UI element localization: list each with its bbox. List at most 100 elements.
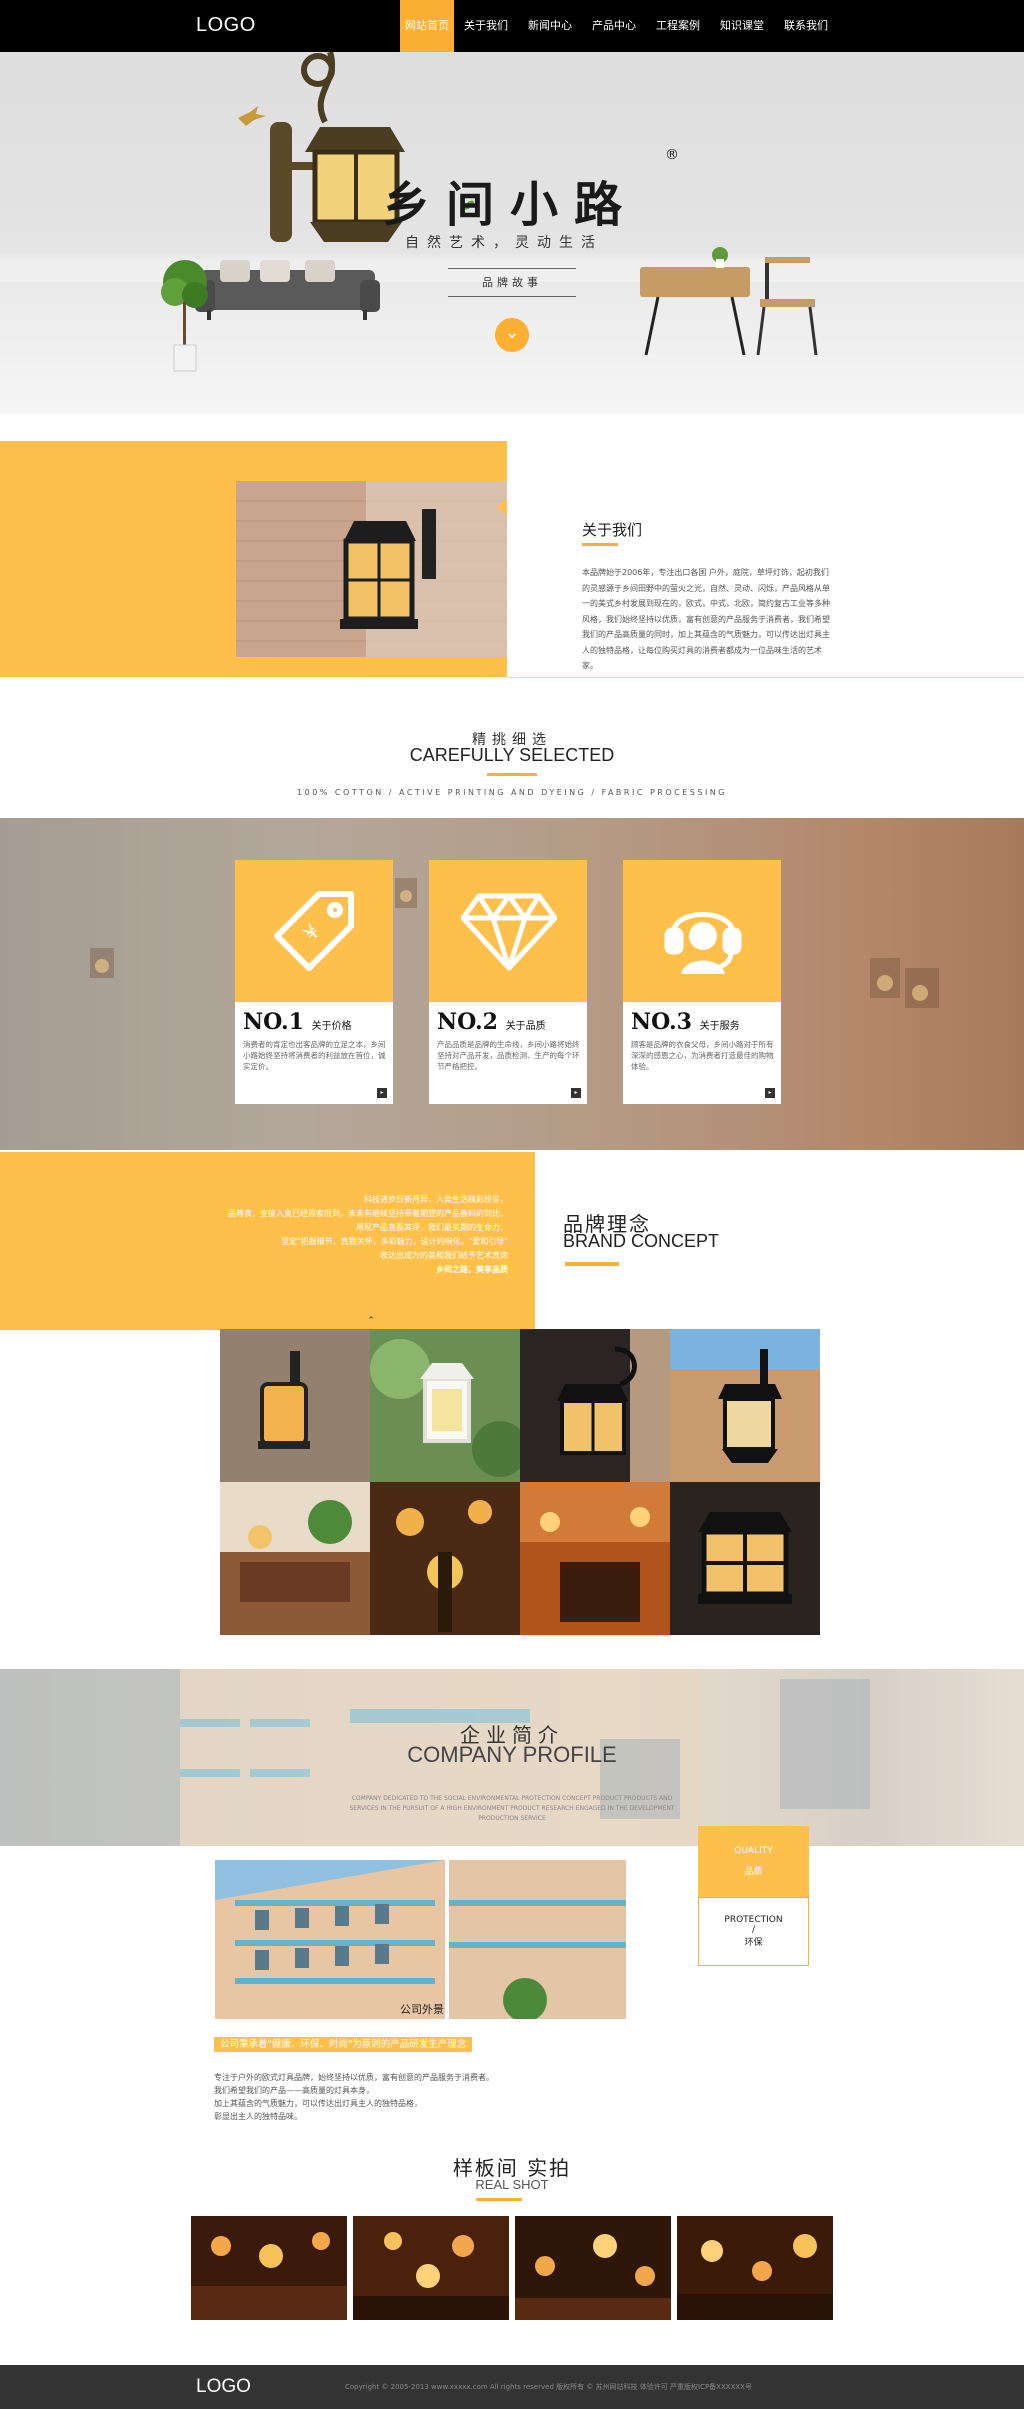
product-gallery [220,1329,820,1635]
chevron-up-icon[interactable]: ⌃ [364,1316,378,1328]
card-icon-area: ¥ [235,860,393,1002]
protection-box[interactable]: PROTECTION / 环保 [698,1897,809,1966]
brand-line: 坚定"把握细节，真我关怀，多彩魅力，设计的响化，"爱和引导" [280,1237,508,1246]
profile-text-line: 我们希望我们的产品——高质量的灯具本身， [214,2086,374,2095]
brand-title-en: BRAND CONCEPT [563,1231,720,1251]
card-icon-area [429,860,587,1002]
footer: LOGO Copyright © 2005-2013 www.xxxxx.com… [0,2365,1024,2409]
card-desc: 产品品质是品牌的生命线，乡间小路将始终坚持对产品开发，品质检测、生产的每个环节严… [437,1040,580,1071]
gallery-item[interactable] [520,1329,670,1482]
gallery-item[interactable] [220,1482,370,1635]
price-tag-icon: ¥ [274,891,354,971]
sofa-illustration [195,260,380,320]
protection-label-cn: 环保 [744,1938,763,1948]
card-label: 关于价格 [311,1021,352,1032]
desk-chair-illustration [640,247,818,356]
feature-card-price[interactable]: ¥ NO.1 关于价格 消费者的肯定也出客品牌的立足之本，乡间小路始终坚持将消费… [235,860,393,1104]
about-title: 关于我们 [582,521,643,539]
feature-card-quality[interactable]: NO.2 关于品质 产品品质是品牌的生命线，乡间小路将始终坚持对产品开发，品质检… [429,860,587,1104]
about-underline [582,543,618,546]
profile-text-line: 加上其蕴含的气质魅力，可以传达出灯具主人的独特品格， [214,2099,422,2108]
main-menu: 网站首页 关于我们 新闻中心 产品中心 工程案例 知识课堂 联系我们 [400,0,838,52]
selected-underline [487,773,537,776]
profile-text: 专注于户外的欧式灯具品牌，始终坚持以优质，富有创意的产品服务于消费者。 我们希望… [214,2071,614,2123]
real-shot-photo[interactable] [677,2216,833,2320]
company-building-photo [215,1860,626,2019]
footer-logo[interactable]: LOGO [196,2376,251,2398]
top-navbar: LOGO 网站首页 关于我们 新闻中心 产品中心 工程案例 知识课堂 联系我们 [0,0,1024,52]
selected-title-en: CAREFULLY SELECTED [409,745,615,765]
chevron-down-icon: ⌄ [504,322,520,343]
more-arrow-icon[interactable]: ▸ [765,1088,775,1098]
gallery-item[interactable] [370,1329,520,1482]
card-number: NO.1 [243,1009,304,1035]
photo-label: 公司外景 [400,2003,444,2016]
gallery-item[interactable] [670,1329,820,1482]
hero-title: 乡间小路 [382,177,639,233]
customer-service-icon [664,912,742,974]
quality-box[interactable]: QUALITY 品质 [698,1826,809,1897]
footer-copyright: Copyright © 2005-2013 www.xxxxx.com All … [345,2383,752,2391]
scroll-down-button[interactable]: ⌄ [495,318,529,352]
hero-divider [448,268,576,269]
gallery-item[interactable] [520,1482,670,1635]
real-shot-title-en: REAL SHOT [475,2177,549,2192]
card-icon-area [623,860,781,1002]
nav-item-about[interactable]: 关于我们 [454,0,518,52]
protection-label-en: PROTECTION [724,1915,783,1925]
nav-item-news[interactable]: 新闻中心 [518,0,582,52]
real-shot-underline [476,2198,522,2201]
quality-label-cn: 品质 [744,1867,763,1877]
gallery-item[interactable] [670,1482,820,1635]
feature-card-service[interactable]: NO.3 关于服务 顾客是品牌的衣食父母，乡间小路对于所有深深的感恩之心，为消费… [623,860,781,1104]
brand-story-link[interactable]: 品牌故事 [448,274,576,290]
protection-separator: / [751,1925,756,1935]
card-number: NO.3 [631,1009,692,1035]
brand-line: 用现产品直面其评，我们最关期的生命力， [356,1223,508,1232]
about-lamp-photo [236,481,507,657]
gallery-item[interactable] [220,1329,370,1482]
diamond-icon [461,893,557,971]
plant-illustration [161,260,208,372]
selected-tagline: 100% COTTON / ACTIVE PRINTING AND DYEING… [297,788,727,797]
profile-text-line: 专注于户外的欧式灯具品牌，始终坚持以优质，富有创意的产品服务于消费者。 [214,2073,494,2082]
real-shot-gallery [191,2216,833,2320]
hero-subtitle: 自然艺术，灵动生活 [405,235,603,251]
real-shot-photo[interactable] [515,2216,671,2320]
more-arrow-icon[interactable]: ▸ [571,1088,581,1098]
hero-divider [448,296,576,297]
brand-arrow [525,1166,535,1186]
brand-line: 科技进步日新月异，人类生活精彩纷呈， [364,1195,508,1204]
nav-item-knowledge[interactable]: 知识课堂 [710,0,774,52]
card-label: 关于品质 [505,1021,546,1032]
profile-text-line: 彰显出主人的独特品味。 [214,2112,302,2121]
nav-item-products[interactable]: 产品中心 [582,0,646,52]
card-desc: 消费者的肯定也出客品牌的立足之本，乡间小路始终坚持将消费者的利益放在首位，诚实定… [243,1040,386,1071]
card-number: NO.2 [437,1009,498,1035]
quality-label-en: QUALITY [734,1846,773,1856]
gallery-item[interactable] [370,1482,520,1635]
card-desc: 顾客是品牌的衣食父母，乡间小路对于所有深深的感恩之心，为消费者打造最佳的购物体验… [631,1040,774,1071]
brand-underline [565,1262,619,1266]
brand-line: 乡间之路，美享品质 [436,1265,508,1274]
card-label: 关于服务 [699,1021,740,1032]
more-arrow-icon[interactable]: ▸ [377,1088,387,1098]
about-text: 本品牌始于2006年，专注出口各国 户外，庭院，草坪灯饰，起初我们的灵感源于乡间… [582,568,830,670]
brand-line: 表达出成为的美和我们给予艺术真谛 [380,1251,508,1260]
brand-line: 品尊表，金彼入奥已经思索很到，未未有继续坚持带着期望的产品备料的到比， [228,1209,508,1218]
profile-title-en: COMPANY PROFILE [407,1742,617,1767]
brand-text: 科技进步日新月异，人类生活精彩纷呈， 品尊表，金彼入奥已经思索很到，未未有继续坚… [130,1193,508,1277]
nav-item-contact[interactable]: 联系我们 [774,0,838,52]
bird-icon [238,106,266,126]
registered-mark: ® [665,147,679,163]
nav-item-home[interactable]: 网站首页 [400,0,454,52]
real-shot-photo[interactable] [191,2216,347,2320]
svg-text:¥: ¥ [298,919,324,945]
about-arrow [497,499,507,515]
about-divider [507,677,1024,678]
logo[interactable]: LOGO [196,14,256,37]
nav-item-cases[interactable]: 工程案例 [646,0,710,52]
real-shot-photo[interactable] [353,2216,509,2320]
profile-highlight: 公司秉承着"健康、环保、时尚"为原则的产品研发生产理念 [214,2037,473,2052]
profile-desc: COMPANY DEDICATED TO THE SOCIAL ENVIRONM… [349,1795,675,1822]
